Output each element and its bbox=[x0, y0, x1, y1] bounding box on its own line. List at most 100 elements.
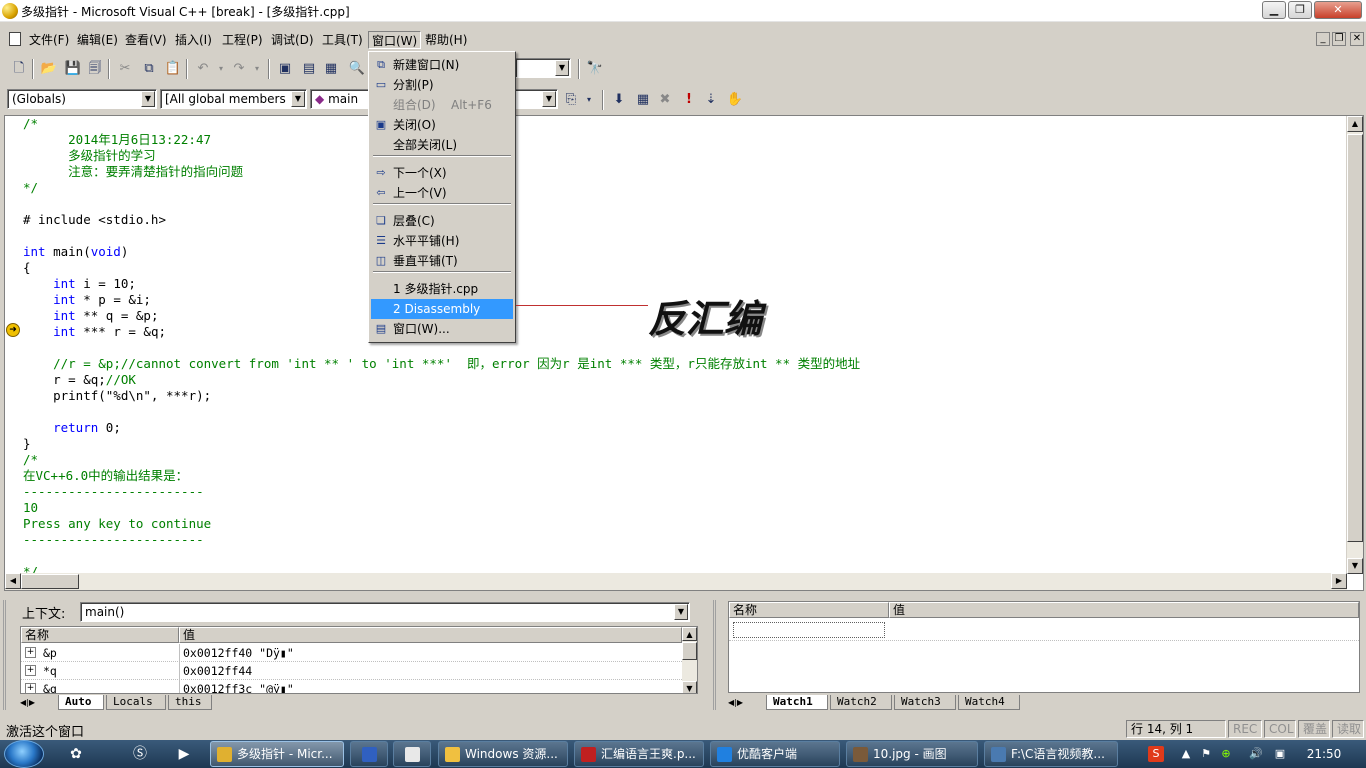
taskbar-button[interactable] bbox=[393, 741, 431, 767]
undo-dropdown-icon[interactable]: ▾ bbox=[212, 60, 230, 78]
network-icon[interactable]: ▣ bbox=[1272, 746, 1288, 762]
execute-icon[interactable]: ! bbox=[680, 91, 698, 109]
menu-tools[interactable]: 工具(T) bbox=[319, 31, 366, 49]
window-menu-item[interactable]: ▭ 分割(P) bbox=[371, 75, 513, 95]
code-line[interactable]: r = &q;//OK bbox=[23, 372, 136, 388]
code-line[interactable]: 2014年1月6日13:22:47 bbox=[23, 132, 211, 148]
tab-nav-arrows[interactable]: ◀|▶ bbox=[20, 696, 56, 710]
go-icon[interactable]: ⇣ bbox=[702, 91, 720, 109]
code-line[interactable]: ------------------------ bbox=[23, 532, 204, 548]
scroll-down-icon[interactable]: ▼ bbox=[1347, 558, 1363, 574]
code-line[interactable]: return 0; bbox=[23, 420, 121, 436]
scroll-right-icon[interactable]: ▶ bbox=[1331, 573, 1347, 589]
scope-combo[interactable]: (Globals) ▼ bbox=[7, 89, 157, 109]
window-menu-item[interactable]: ◫ 垂直平铺(T) bbox=[371, 251, 513, 271]
menu-help[interactable]: 帮助(H) bbox=[422, 31, 470, 49]
window-menu-item[interactable]: ⇨ 下一个(X) bbox=[371, 163, 513, 183]
paste-icon[interactable]: 📋 bbox=[164, 60, 182, 78]
menu-debug[interactable]: 调试(D) bbox=[268, 31, 317, 49]
find-combo[interactable]: ▼ bbox=[515, 58, 571, 78]
tab-this[interactable]: this bbox=[168, 695, 212, 710]
window-menu-item[interactable]: 1 多级指针.cpp bbox=[371, 279, 513, 299]
chevron-down-icon[interactable]: ▼ bbox=[291, 91, 305, 107]
build-icon[interactable]: ▦ bbox=[634, 91, 652, 109]
col-name-header[interactable]: 名称 bbox=[21, 627, 179, 643]
watch-new-entry[interactable] bbox=[733, 622, 885, 638]
clock[interactable]: 21:50 bbox=[1300, 740, 1348, 768]
members-combo[interactable]: [All global members ▼ bbox=[160, 89, 307, 109]
window-menu-item[interactable]: ▤ 窗口(W)... bbox=[371, 319, 513, 339]
taskbar-button[interactable]: 10.jpg - 画图 bbox=[846, 741, 978, 767]
taskbar-button[interactable]: Windows 资源... bbox=[438, 741, 568, 767]
code-line[interactable]: printf("%d\n", ***r); bbox=[23, 388, 211, 404]
code-line[interactable]: ------------------------ bbox=[23, 484, 204, 500]
menu-edit[interactable]: 编辑(E) bbox=[74, 31, 121, 49]
horizontal-scroll-thumb[interactable] bbox=[21, 574, 79, 589]
tab-watch3[interactable]: Watch3 bbox=[894, 695, 956, 710]
taskbar-button[interactable] bbox=[350, 741, 388, 767]
window-menu-item[interactable]: ▣ 关闭(O) bbox=[371, 115, 513, 135]
save-icon[interactable]: 💾 bbox=[64, 60, 82, 78]
code-line[interactable]: /* bbox=[23, 452, 38, 468]
tab-watch4[interactable]: Watch4 bbox=[958, 695, 1020, 710]
code-line[interactable]: { bbox=[23, 260, 31, 276]
tray-app-icon[interactable]: ⊕ bbox=[1218, 746, 1234, 762]
taskbar-button[interactable]: 多级指针 - Micr... bbox=[210, 741, 344, 767]
code-line[interactable]: int i = 10; bbox=[23, 276, 136, 292]
variables-scroll-thumb[interactable] bbox=[682, 642, 697, 660]
horizontal-scrollbar[interactable]: ◀ ▶ bbox=[5, 573, 1347, 590]
context-combo[interactable]: main() ▼ bbox=[80, 602, 690, 622]
restore-button[interactable]: ❐ bbox=[1288, 1, 1312, 19]
wizard-dropdown-icon[interactable]: ▾ bbox=[580, 91, 598, 109]
variable-row[interactable]: + *q 0x0012ff44 bbox=[21, 662, 682, 680]
chevron-down-icon[interactable]: ▼ bbox=[674, 604, 688, 620]
window-menu-item[interactable]: ⧉ 新建窗口(N) bbox=[371, 55, 513, 75]
scroll-up-icon[interactable]: ▲ bbox=[1347, 116, 1363, 132]
code-line[interactable]: 注意：要弄清楚指针的指向问题 bbox=[23, 164, 243, 180]
window-menu-item[interactable]: ☰ 水平平铺(H) bbox=[371, 231, 513, 251]
taskbar-button[interactable]: F:\C语言视频教... bbox=[984, 741, 1118, 767]
code-line[interactable]: /* bbox=[23, 116, 38, 132]
redo-icon[interactable]: ↷ bbox=[230, 60, 248, 78]
mdi-restore-button[interactable]: ❐ bbox=[1332, 32, 1346, 46]
menu-file[interactable]: 文件(F) bbox=[26, 31, 72, 49]
pane-grip[interactable] bbox=[3, 600, 13, 710]
minimize-button[interactable]: ▁ bbox=[1262, 1, 1286, 19]
mdi-close-button[interactable]: ✕ bbox=[1350, 32, 1364, 46]
window-menu-item[interactable]: 2 Disassembly bbox=[371, 299, 513, 319]
code-editor[interactable]: /* 2014年1月6日13:22:47 多级指针的学习 注意：要弄清楚指针的指… bbox=[4, 115, 1364, 591]
expand-icon[interactable]: + bbox=[25, 665, 36, 676]
menu-view[interactable]: 查看(V) bbox=[122, 31, 170, 49]
new-text-file-icon[interactable]: 🗋 bbox=[10, 60, 28, 78]
code-line[interactable]: int main(void) bbox=[23, 244, 128, 260]
undo-icon[interactable]: ↶ bbox=[194, 60, 212, 78]
find-in-files-icon[interactable]: 🔍 bbox=[348, 60, 366, 78]
scroll-down-icon[interactable]: ▼ bbox=[682, 681, 697, 693]
vertical-scroll-thumb[interactable] bbox=[1347, 134, 1363, 542]
tray-expand-icon[interactable]: ▲ bbox=[1178, 746, 1194, 762]
save-all-icon[interactable]: 🗐 bbox=[86, 60, 104, 78]
binoculars-icon[interactable]: 🔭 bbox=[586, 60, 604, 78]
chevron-down-icon[interactable]: ▼ bbox=[555, 60, 569, 76]
action-center-icon[interactable]: ⚑ bbox=[1198, 746, 1214, 762]
watch-col-value-header[interactable]: 值 bbox=[889, 602, 1359, 618]
window-list-icon[interactable]: ▦ bbox=[322, 60, 340, 78]
tab-nav-arrows[interactable]: ◀|▶ bbox=[728, 696, 764, 710]
sogou-input-icon[interactable]: S bbox=[1148, 746, 1164, 762]
code-line[interactable]: */ bbox=[23, 180, 38, 196]
tab-locals[interactable]: Locals bbox=[106, 695, 166, 710]
mdi-minimize-button[interactable]: _ bbox=[1316, 32, 1330, 46]
variable-row[interactable]: + &q 0x0012ff3c "@ÿ▮" bbox=[21, 680, 682, 693]
output-window-icon[interactable]: ▤ bbox=[300, 60, 318, 78]
col-value-header[interactable]: 值 bbox=[179, 627, 682, 643]
window-menu-item[interactable]: 全部关闭(L) bbox=[371, 135, 513, 155]
breakpoint-hand-icon[interactable]: ✋ bbox=[726, 91, 744, 109]
taskbar-button[interactable]: 汇编语言王爽.p... bbox=[574, 741, 704, 767]
editor-gutter[interactable] bbox=[5, 116, 21, 574]
code-line[interactable]: Press any key to continue bbox=[23, 516, 211, 532]
workspace-icon[interactable]: ▣ bbox=[276, 60, 294, 78]
code-area[interactable]: /* 2014年1月6日13:22:47 多级指针的学习 注意：要弄清楚指针的指… bbox=[23, 116, 1343, 574]
pane-grip[interactable] bbox=[713, 600, 723, 710]
variables-scrollbar[interactable]: ▲ ▼ bbox=[682, 627, 697, 693]
menu-project[interactable]: 工程(P) bbox=[219, 31, 266, 49]
